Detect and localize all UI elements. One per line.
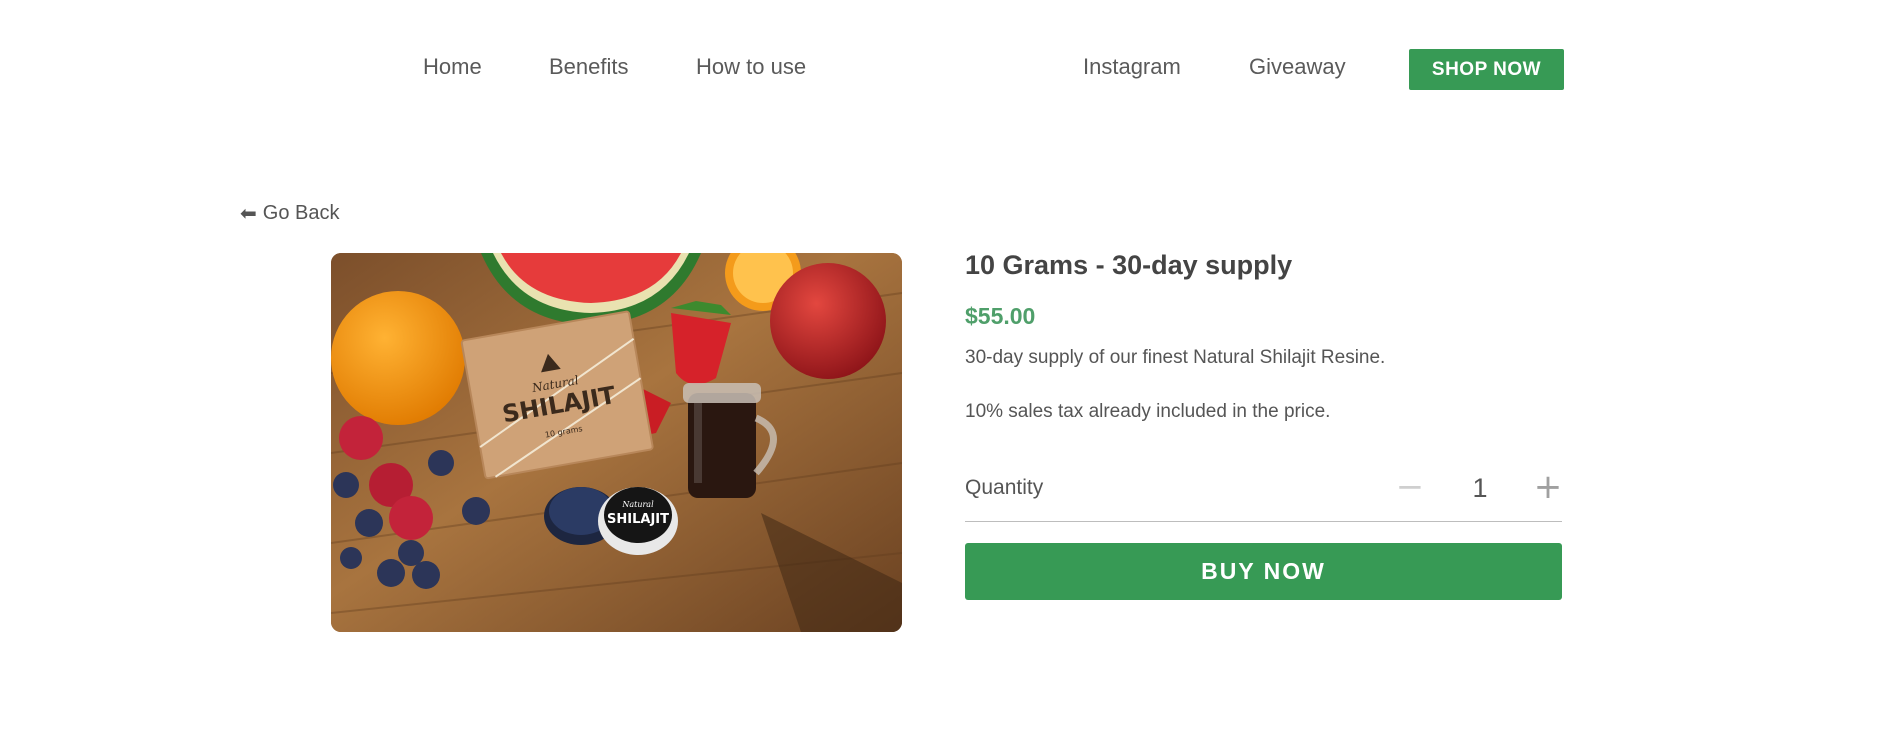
nav-instagram[interactable]: Instagram xyxy=(1083,54,1181,80)
tax-note: 10% sales tax already included in the pr… xyxy=(965,401,1331,422)
minus-icon: − xyxy=(1395,467,1425,507)
arrow-left-icon: ⬅ xyxy=(240,202,257,225)
shop-now-button[interactable]: SHOP NOW xyxy=(1409,49,1564,90)
quantity-decrease-button[interactable]: − xyxy=(1393,470,1427,504)
quantity-increase-button[interactable]: + xyxy=(1531,470,1565,504)
quantity-value[interactable]: 1 xyxy=(1462,473,1498,504)
buy-now-button[interactable]: BUY NOW xyxy=(965,543,1562,600)
jar-brand-text: Natural xyxy=(621,500,654,509)
product-image: Natural SHILAJIT 10 grams Natural SHILAJ… xyxy=(331,253,902,632)
nav-how-to-use[interactable]: How to use xyxy=(696,54,806,80)
nav-home[interactable]: Home xyxy=(423,54,482,80)
product-photo: Natural SHILAJIT 10 grams Natural SHILAJ… xyxy=(331,253,902,632)
nav-benefits[interactable]: Benefits xyxy=(549,54,629,80)
plus-icon: + xyxy=(1533,467,1563,507)
product-title: 10 Grams - 30-day supply xyxy=(965,250,1293,280)
product-price: $55.00 xyxy=(965,303,1036,329)
product-page: Home Benefits How to use Instagram Givea… xyxy=(0,0,1881,730)
product-description: 30-day supply of our finest Natural Shil… xyxy=(965,347,1386,368)
jar-title-text: SHILAJIT xyxy=(607,512,669,527)
quantity-label: Quantity xyxy=(965,476,1044,499)
go-back-label: Go Back xyxy=(262,202,340,224)
nav-giveaway[interactable]: Giveaway xyxy=(1249,54,1346,80)
quantity-divider xyxy=(965,521,1562,522)
go-back-link[interactable]: ⬅ Go Back xyxy=(240,202,339,225)
